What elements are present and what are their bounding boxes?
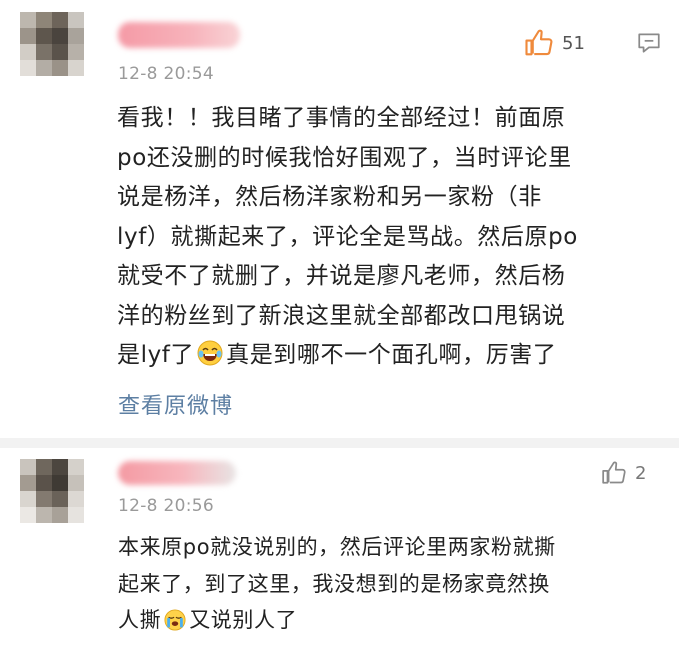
like-button[interactable]: 2 bbox=[601, 460, 646, 486]
timestamp: 12-8 20:54 bbox=[118, 64, 214, 84]
like-button[interactable]: 51 bbox=[524, 28, 585, 58]
comment-line: 人撕 又说别人了 bbox=[118, 602, 658, 643]
comment-fragment: 又说别人了 bbox=[189, 608, 298, 632]
comment-fragment: 人撕 bbox=[118, 608, 162, 632]
comment-line: lyf）就撕起来了，评论全是骂战。然后原po bbox=[117, 223, 578, 250]
comment-fragment: 真是到哪不一个面孔啊，厉害了 bbox=[226, 342, 557, 368]
crying-emoji bbox=[164, 606, 186, 643]
comment-line: po还没删的时候我恰好围观了，当时评论里 bbox=[117, 144, 572, 171]
view-original-weibo-link[interactable]: 查看原微博 bbox=[118, 388, 233, 420]
comment-line: 洋的粉丝到了新浪这里就全部都改口甩锅说 bbox=[117, 302, 566, 329]
comment-line: 看我！！我目睹了事情的全部经过！前面原 bbox=[117, 105, 566, 131]
comment-line: 起来了，到了这里，我没想到的是杨家竟然换 bbox=[118, 571, 550, 596]
username-blurred[interactable] bbox=[118, 461, 236, 485]
comment-line: 本来原po就没说别的，然后评论里两家粉就撕 bbox=[118, 535, 556, 559]
username-blurred[interactable] bbox=[118, 22, 240, 48]
avatar[interactable] bbox=[20, 459, 84, 523]
comment-card: 12-8 20:54 51 看我！！我目睹了事情的全部经过！前面原 po还没删的… bbox=[0, 0, 679, 438]
comment-fragment: 是lyf了 bbox=[117, 342, 195, 368]
like-count: 2 bbox=[635, 462, 647, 484]
thumbs-up-icon bbox=[525, 29, 553, 56]
laughing-tears-emoji bbox=[197, 340, 223, 380]
comment-text: 看我！！我目睹了事情的全部经过！前面原 po还没删的时候我恰好围观了，当时评论里… bbox=[117, 99, 657, 380]
avatar[interactable] bbox=[20, 12, 84, 76]
thumbs-up-icon bbox=[602, 461, 626, 484]
comment-icon[interactable] bbox=[636, 30, 662, 56]
timestamp: 12-8 20:56 bbox=[118, 496, 214, 516]
like-count: 51 bbox=[562, 32, 585, 54]
comment-line: 是lyf了 真是到哪不一个面孔啊，厉害了 bbox=[117, 336, 657, 380]
comment-text: 本来原po就没说别的，然后评论里两家粉就撕 起来了，到了这里，我没想到的是杨家竟… bbox=[118, 529, 658, 643]
comment-line: 说是杨洋，然后杨洋家粉和另一家粉（非 bbox=[117, 184, 542, 210]
comment-line: 就受不了就删了，并说是廖凡老师，然后杨 bbox=[117, 263, 566, 289]
